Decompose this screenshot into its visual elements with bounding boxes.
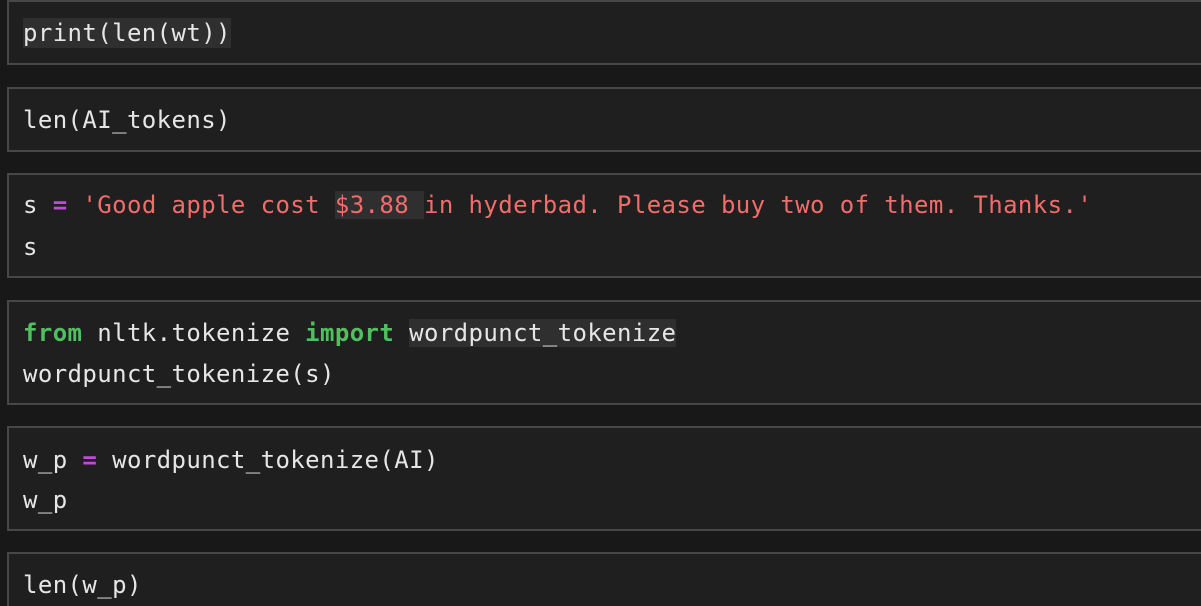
code-cell-5[interactable]: w_p = wordpunct_tokenize(AI) w_p [7, 426, 1201, 531]
code-line: w_p [23, 486, 68, 514]
code-line: len(AI_tokens) [23, 106, 231, 134]
string-token: in hyderbad. Please buy two of them. Tha… [423, 191, 1093, 219]
code-line: s = 'Good apple cost $3.88 in hyderbad. … [23, 190, 1092, 220]
code-line: from nltk.tokenize import wordpunct_toke… [23, 318, 677, 348]
code-line: w_p = wordpunct_tokenize(AI) [23, 445, 439, 475]
code-token: s [23, 191, 53, 219]
code-line: wordpunct_tokenize(s) [23, 360, 335, 388]
code-token: nltk.tokenize [82, 319, 306, 347]
code-token-highlighted: wordpunct_tokenize [409, 319, 677, 347]
code-line: len(w_p) [23, 571, 142, 599]
keyword-token: import [305, 319, 395, 347]
string-token: 'Good apple cost [82, 191, 335, 219]
code-token: wordpunct_tokenize(AI) [97, 446, 439, 474]
code-cell-6[interactable]: len(w_p) [7, 552, 1201, 606]
operator-token: = [52, 191, 68, 219]
code-cell-1[interactable]: print(len(wt)) [7, 0, 1201, 65]
operator-token: = [82, 446, 98, 474]
keyword-token: from [23, 319, 83, 347]
string-token-highlighted: $3.88 [334, 191, 424, 219]
code-cell-2[interactable]: len(AI_tokens) [7, 87, 1201, 152]
code-token: w_p [23, 446, 83, 474]
code-cell-3[interactable]: s = 'Good apple cost $3.88 in hyderbad. … [7, 173, 1201, 278]
code-line: print(len(wt)) [23, 18, 231, 48]
code-cell-4[interactable]: from nltk.tokenize import wordpunct_toke… [7, 300, 1201, 405]
code-line: s [23, 233, 38, 261]
